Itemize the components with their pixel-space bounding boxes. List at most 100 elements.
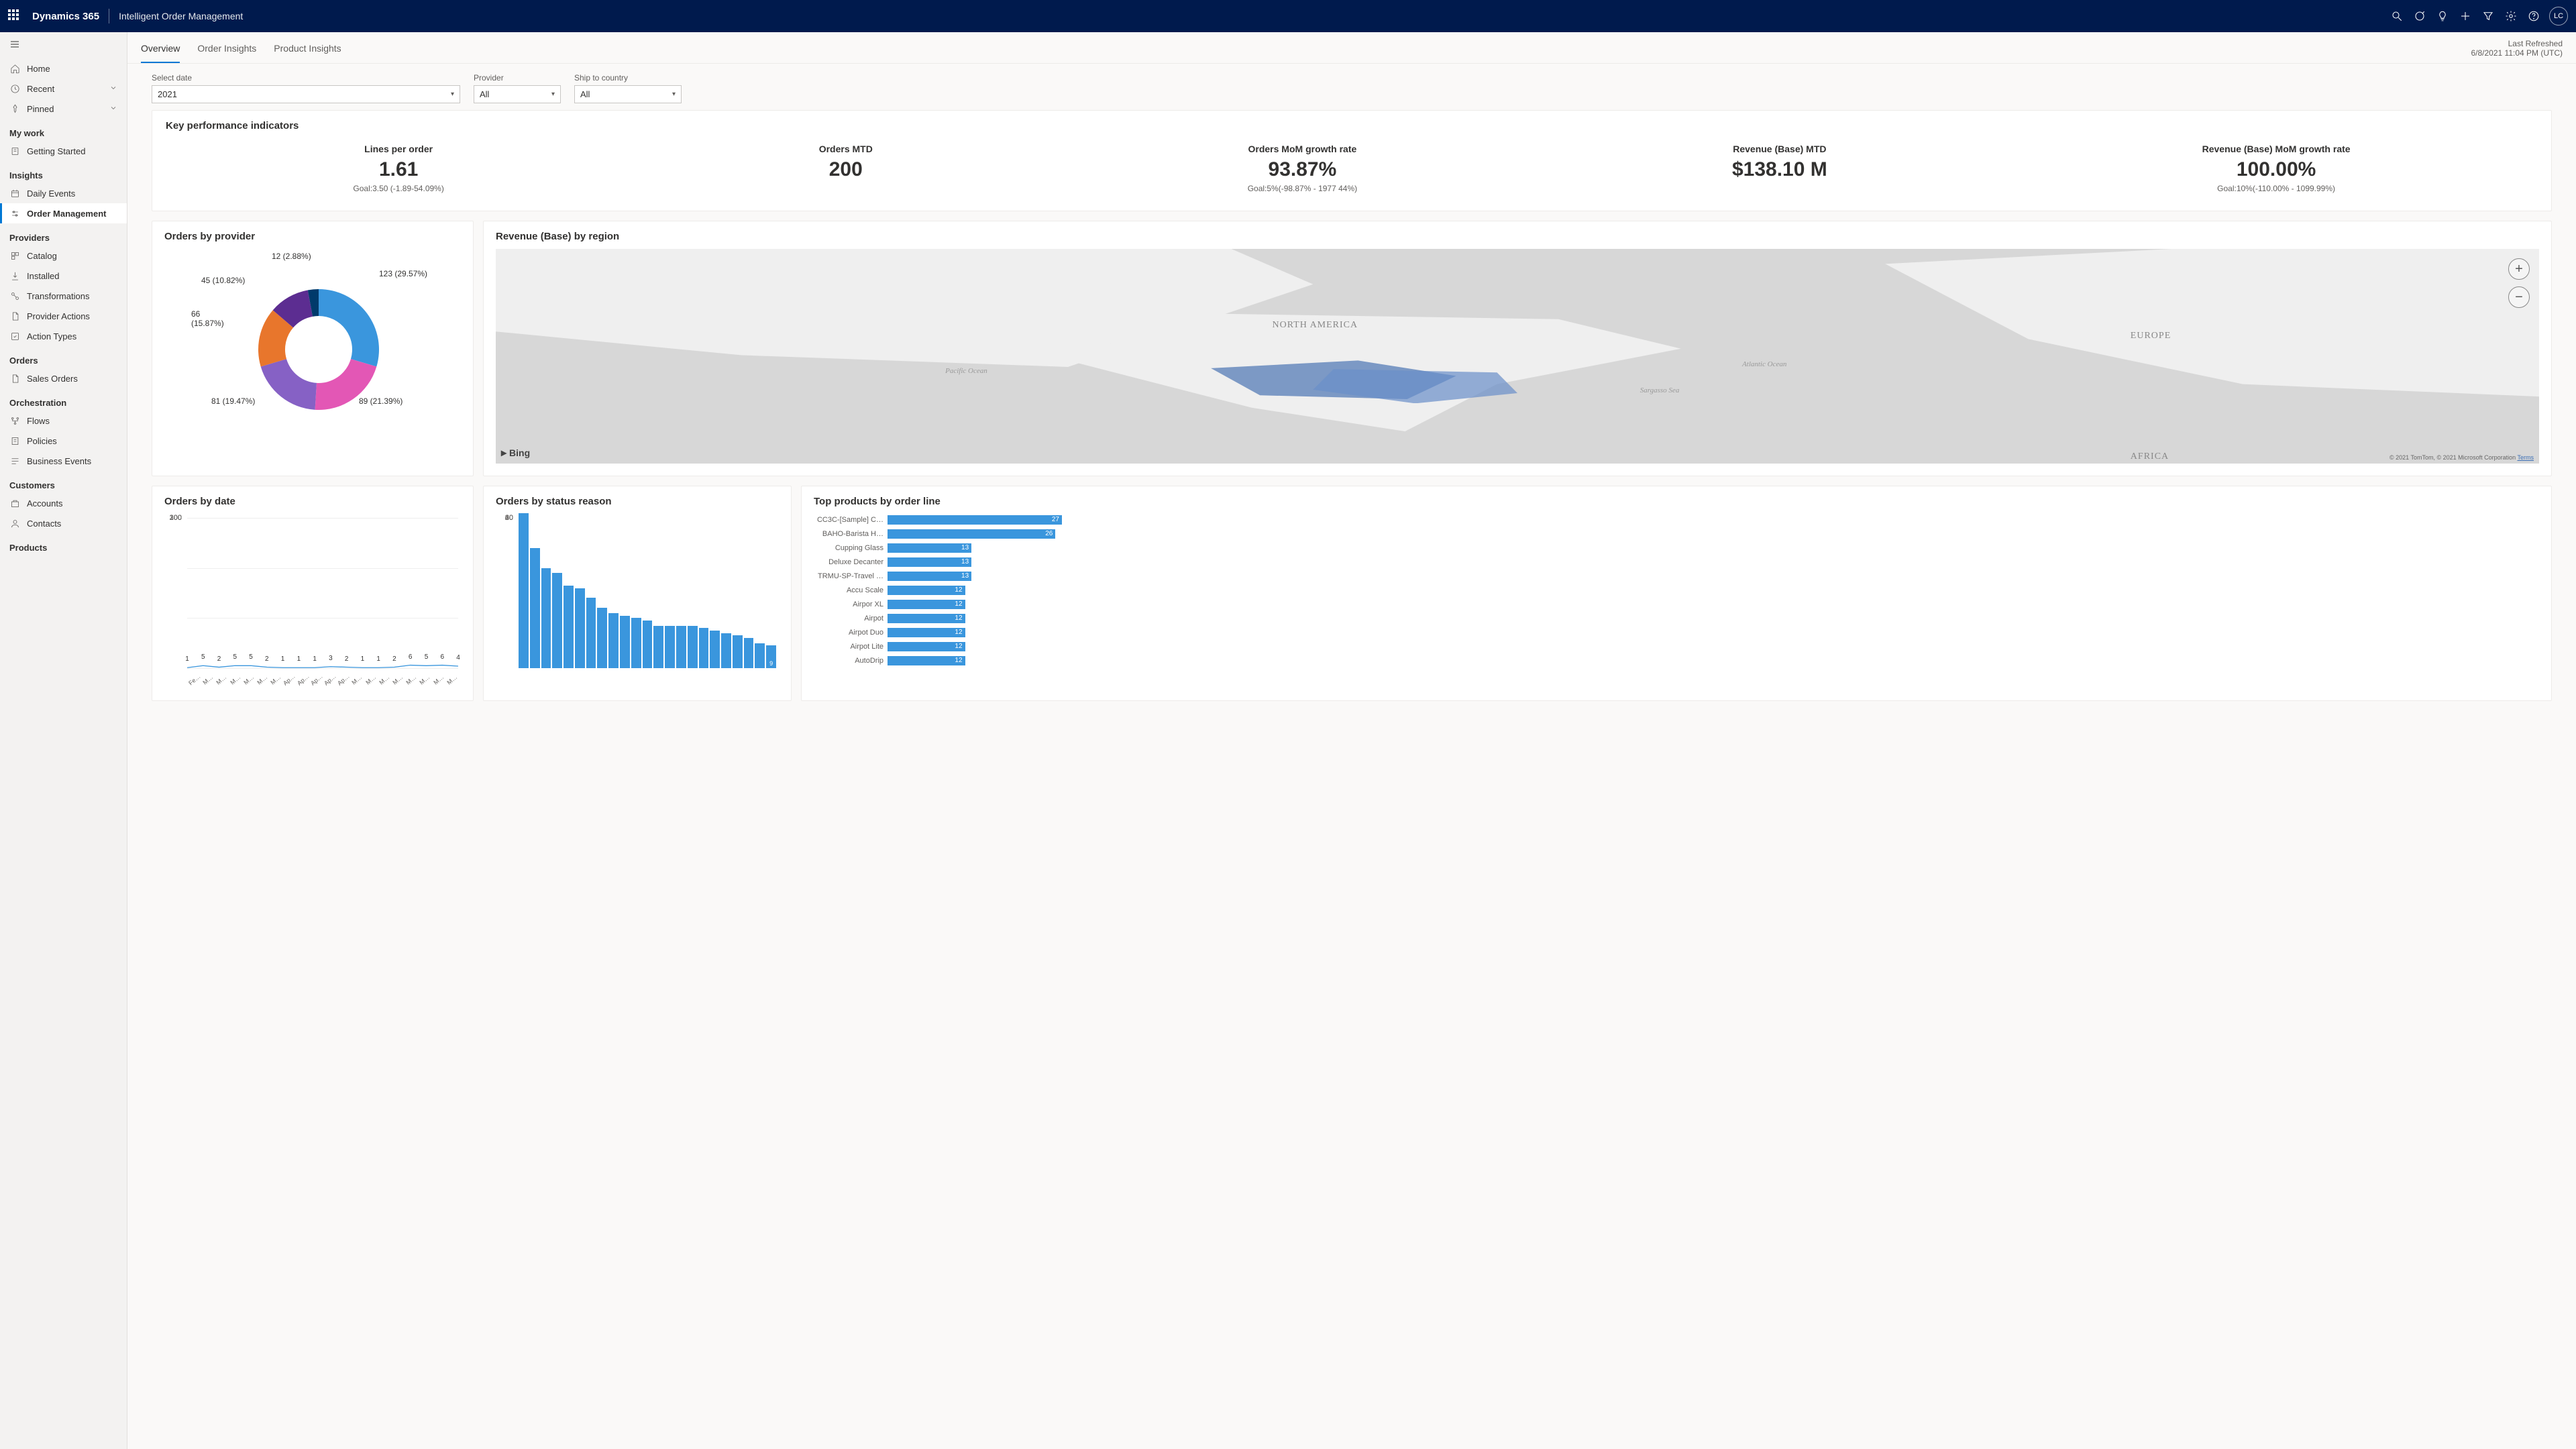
zoom-out-button[interactable]: − — [2508, 286, 2530, 308]
product-bar[interactable]: 12 — [888, 600, 965, 609]
product-bar[interactable]: 27 — [888, 515, 1062, 525]
search-icon[interactable] — [2385, 0, 2408, 32]
gear-icon[interactable] — [2500, 0, 2522, 32]
sidebar-item-provider actions[interactable]: Provider Actions — [0, 306, 127, 326]
sidebar-item-catalog[interactable]: Catalog — [0, 246, 127, 266]
product-bar[interactable]: 13 — [888, 557, 971, 567]
sidebar-item-label: Action Types — [27, 331, 76, 341]
help-icon[interactable] — [2522, 0, 2545, 32]
map-label-sargasso: Sargasso Sea — [1640, 386, 1680, 394]
status-bar[interactable] — [564, 586, 574, 668]
bar-chart[interactable]: 2040609 — [496, 514, 779, 688]
user-avatar[interactable]: LC — [2549, 7, 2568, 25]
top-products-card: Top products by order line CC3C-[Sample]… — [801, 486, 2552, 701]
filter-provider-select[interactable]: All▾ — [474, 85, 561, 103]
product-bar[interactable]: 13 — [888, 543, 971, 553]
doc-icon — [9, 311, 20, 321]
product-bar[interactable]: 12 — [888, 642, 965, 651]
sidebar-item-label: Flows — [27, 416, 50, 426]
product-label: Airpot Lite — [814, 643, 888, 651]
status-bar[interactable]: 9 — [766, 645, 776, 668]
filter-ship-to-select[interactable]: All▾ — [574, 85, 682, 103]
status-bar[interactable] — [631, 618, 641, 668]
status-bar[interactable] — [541, 568, 551, 668]
product-label: Deluxe Decanter — [814, 558, 888, 566]
action-icon — [9, 331, 20, 341]
sidebar-item-sales orders[interactable]: Sales Orders — [0, 368, 127, 388]
status-bar[interactable] — [755, 643, 765, 668]
app-launcher-icon[interactable] — [8, 9, 21, 23]
sidebar-item-flows[interactable]: Flows — [0, 411, 127, 431]
sidebar-item-installed[interactable]: Installed — [0, 266, 127, 286]
product-row: TRMU-SP-Travel … 13 — [814, 570, 2535, 582]
product-row: Airpot Duo 12 — [814, 627, 2535, 639]
kpi-value: $138.10 M — [1732, 158, 1827, 181]
sidebar-item-daily events[interactable]: Daily Events — [0, 183, 127, 203]
lightbulb-icon[interactable] — [2431, 0, 2454, 32]
top-bar: Dynamics 365 Intelligent Order Managemen… — [0, 0, 2576, 32]
status-bar[interactable] — [710, 631, 720, 668]
sidebar-item-label: Installed — [27, 271, 59, 281]
line-chart[interactable]: 0100200300152552111321126564Fe…M…M…M…M…M… — [164, 514, 461, 688]
map[interactable]: NORTH AMERICA EUROPE AFRICA Pacific Ocea… — [496, 249, 2539, 464]
hamburger-icon[interactable] — [0, 32, 127, 58]
sidebar-group-header: Products — [0, 533, 127, 555]
status-bar[interactable] — [733, 635, 743, 668]
status-bar[interactable] — [653, 626, 663, 668]
sidebar-item-business events[interactable]: Business Events — [0, 451, 127, 471]
status-bar[interactable] — [552, 573, 562, 668]
status-bar[interactable] — [665, 626, 675, 668]
product-bar[interactable]: 12 — [888, 656, 965, 665]
status-bar[interactable] — [519, 513, 529, 668]
kpi-tile: Revenue (Base) MTD $138.10 M — [1732, 144, 1827, 193]
donut-chart[interactable]: 123 (29.57%)89 (21.39%)81 (19.47%)66(15.… — [164, 249, 461, 423]
sidebar-item-order management[interactable]: Order Management — [0, 203, 127, 223]
status-bar[interactable] — [699, 628, 709, 668]
product-bar[interactable]: 12 — [888, 614, 965, 623]
sidebar-item-accounts[interactable]: Accounts — [0, 493, 127, 513]
sidebar-item-label: Contacts — [27, 519, 61, 529]
card-title: Revenue (Base) by region — [496, 231, 2539, 242]
map-terms-link[interactable]: Terms — [2518, 454, 2534, 461]
product-bar[interactable]: 13 — [888, 572, 971, 581]
target-icon[interactable] — [2408, 0, 2431, 32]
last-refreshed-value: 6/8/2021 11:04 PM (UTC) — [2471, 48, 2563, 58]
sidebar-item-recent[interactable]: Recent — [0, 78, 127, 99]
kpi-label: Revenue (Base) MTD — [1732, 144, 1827, 154]
product-row: Deluxe Decanter 13 — [814, 556, 2535, 568]
status-bar[interactable] — [676, 626, 686, 668]
status-bar[interactable] — [721, 633, 731, 668]
status-bar[interactable] — [586, 598, 596, 668]
status-bar[interactable] — [597, 608, 607, 668]
status-bar[interactable] — [530, 548, 540, 668]
product-bar[interactable]: 26 — [888, 529, 1055, 539]
tab-overview[interactable]: Overview — [141, 32, 180, 63]
sidebar-item-home[interactable]: Home — [0, 58, 127, 78]
status-bar[interactable] — [620, 616, 630, 668]
status-bar[interactable] — [688, 626, 698, 668]
tab-product insights[interactable]: Product Insights — [274, 32, 341, 63]
hbar-chart[interactable]: CC3C-[Sample] C… 27 BAHO-Barista H… 26 C… — [814, 514, 2539, 688]
sidebar-item-pinned[interactable]: Pinned — [0, 99, 127, 119]
product-bar[interactable]: 12 — [888, 586, 965, 595]
status-bar[interactable] — [608, 613, 619, 668]
sidebar-item-contacts[interactable]: Contacts — [0, 513, 127, 533]
filter-date-select[interactable]: 2021▾ — [152, 85, 460, 103]
sidebar-group-header: Customers — [0, 471, 127, 493]
product-label: Airpor XL — [814, 600, 888, 608]
sidebar-item-action types[interactable]: Action Types — [0, 326, 127, 346]
sidebar-group-header: Providers — [0, 223, 127, 246]
sidebar-item-label: Home — [27, 64, 50, 74]
zoom-in-button[interactable]: + — [2508, 258, 2530, 280]
status-bar[interactable] — [575, 588, 585, 668]
product-bar[interactable]: 12 — [888, 628, 965, 637]
filter-icon[interactable] — [2477, 0, 2500, 32]
status-bar[interactable] — [643, 621, 653, 668]
status-bar[interactable] — [744, 638, 754, 668]
product-row: Airpot Lite 12 — [814, 641, 2535, 653]
plus-icon[interactable] — [2454, 0, 2477, 32]
sidebar-item-getting started[interactable]: Getting Started — [0, 141, 127, 161]
sidebar-item-policies[interactable]: Policies — [0, 431, 127, 451]
sidebar-item-transformations[interactable]: Transformations — [0, 286, 127, 306]
tab-order insights[interactable]: Order Insights — [197, 32, 256, 63]
